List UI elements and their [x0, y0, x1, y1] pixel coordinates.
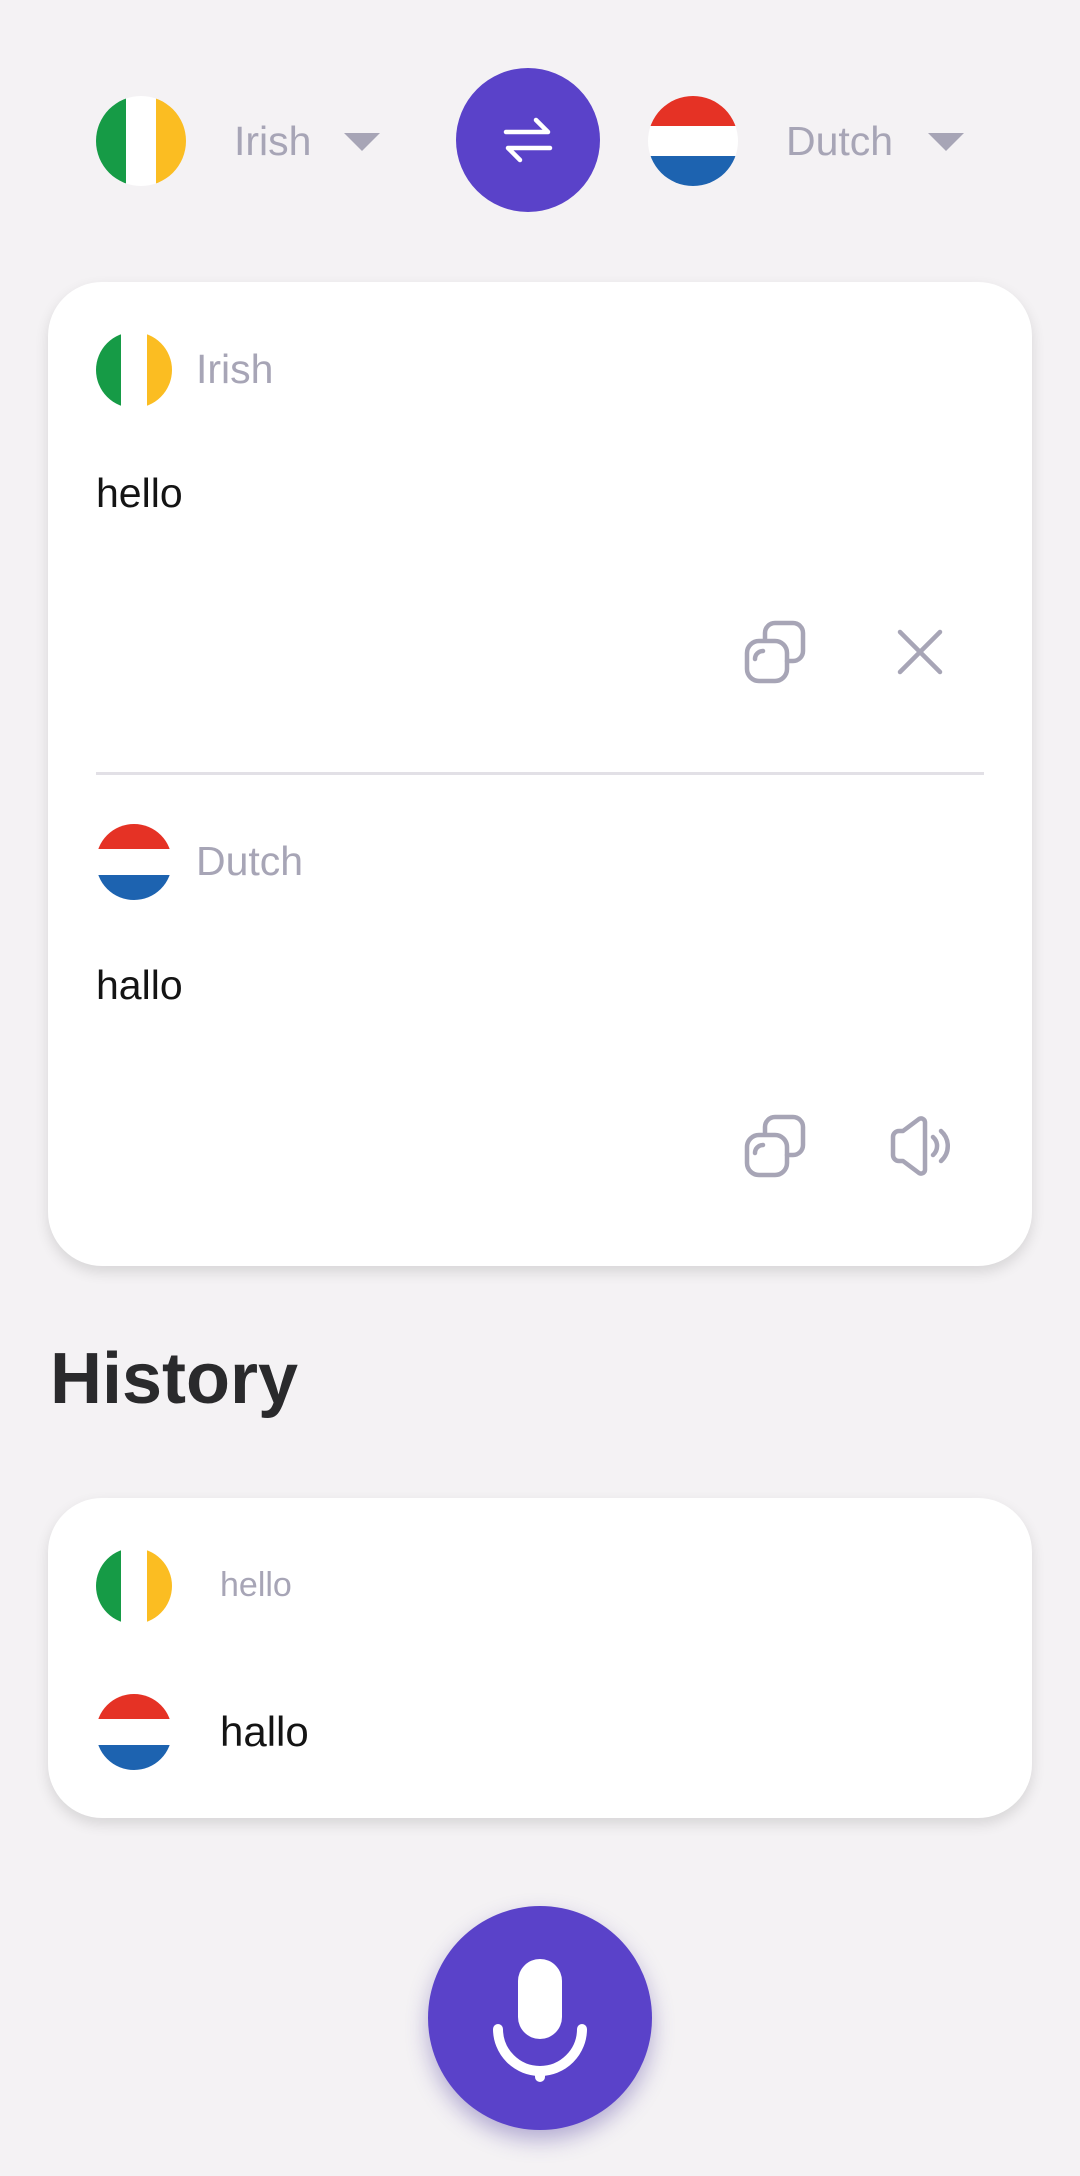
netherlands-flag-icon: [96, 824, 172, 900]
speak-translation-button[interactable]: [880, 1106, 960, 1186]
source-text-input[interactable]: hello: [96, 470, 183, 517]
microphone-icon: [493, 1959, 587, 2082]
copy-translation-button[interactable]: [736, 1106, 816, 1186]
copy-icon: [744, 620, 806, 684]
ireland-flag-icon: [96, 96, 186, 186]
history-heading: History: [50, 1339, 299, 1419]
history-source-text: hello: [220, 1566, 292, 1604]
source-language-label: Irish: [234, 118, 312, 164]
target-language-label: Dutch: [196, 838, 304, 884]
ireland-flag-icon: [96, 1548, 172, 1624]
clear-text-button[interactable]: [880, 612, 960, 692]
history-target-text: hallo: [220, 1708, 309, 1755]
microphone-button[interactable]: [428, 1906, 652, 2130]
netherlands-flag-icon: [648, 96, 738, 186]
speaker-icon: [890, 1116, 951, 1176]
swap-arrows-icon: [503, 117, 553, 163]
source-language-label: Irish: [196, 346, 274, 392]
copy-icon: [744, 1114, 806, 1178]
history-item[interactable]: hello hallo: [48, 1498, 1032, 1818]
ireland-flag-icon: [96, 332, 172, 408]
netherlands-flag-icon: [96, 1694, 172, 1770]
translated-text: hallo: [96, 962, 183, 1008]
chevron-down-icon: [344, 133, 380, 151]
chevron-down-icon: [928, 133, 964, 151]
target-language-label: Dutch: [786, 118, 894, 164]
copy-source-button[interactable]: [736, 612, 816, 692]
close-icon: [897, 629, 943, 675]
translation-card: Irish hello Dutch hallo: [48, 282, 1032, 1266]
swap-languages-button[interactable]: [456, 68, 600, 212]
divider: [96, 772, 984, 775]
